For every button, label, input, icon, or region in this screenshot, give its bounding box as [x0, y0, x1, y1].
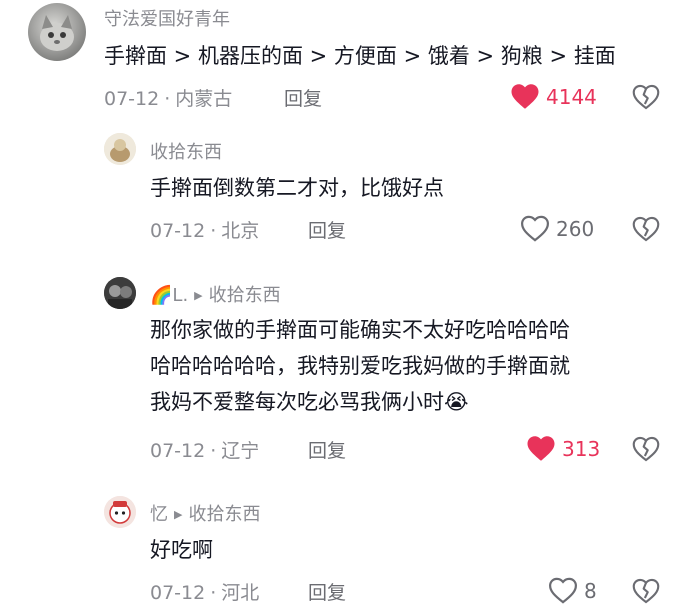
comment-username[interactable]: 🌈L. ▶ 收拾东西	[150, 281, 281, 307]
triangle-right-icon: ▶	[174, 508, 183, 521]
avatar[interactable]	[28, 3, 86, 61]
avatar-image-icon	[104, 496, 136, 528]
comment-location: 北京	[221, 220, 260, 242]
comment-meta: 07-12 · 北京	[150, 220, 260, 242]
avatar[interactable]	[104, 133, 136, 165]
comment-text: 手擀面 > 机器压的面 > 方便面 > 饿着 > 狗粮 > 挂面	[104, 44, 616, 68]
like-button[interactable]: 8	[548, 577, 597, 604]
comment-meta: 07-12 · 河北	[150, 582, 260, 604]
heart-icon	[511, 84, 539, 109]
comment-location: 辽宁	[221, 440, 260, 462]
avatar-image-icon	[104, 277, 136, 309]
like-count: 260	[556, 216, 595, 241]
like-count: 4144	[546, 84, 597, 109]
comment-location: 内蒙古	[175, 88, 233, 110]
comment-text: 那你家做的手擀面可能确实不太好吃哈哈哈哈 哈哈哈哈哈哈，我特别爱吃我妈做的手擀面…	[150, 318, 570, 414]
broken-heart-icon	[632, 84, 660, 110]
dislike-button[interactable]	[632, 436, 660, 466]
heart-icon	[521, 215, 549, 242]
like-count: 313	[562, 436, 601, 461]
reply-to-username[interactable]: 收拾东西	[188, 504, 260, 525]
reply-to-username[interactable]: 收拾东西	[209, 285, 281, 306]
heart-icon	[549, 577, 577, 604]
avatar[interactable]	[104, 496, 136, 528]
dislike-button[interactable]	[632, 216, 660, 246]
like-button[interactable]: 313	[526, 435, 600, 462]
avatar-image-icon	[104, 133, 136, 165]
like-button[interactable]: 4144	[510, 83, 597, 110]
comment-username[interactable]: 守法爱国好青年	[104, 5, 230, 31]
like-button[interactable]: 260	[520, 215, 594, 242]
broken-heart-icon	[632, 436, 660, 462]
broken-heart-icon	[632, 578, 660, 604]
comment-text: 好吃啊	[150, 538, 213, 562]
reply-button[interactable]: 回复	[308, 436, 346, 463]
broken-heart-icon	[632, 216, 660, 242]
comment-meta: 07-12 · 辽宁	[150, 440, 260, 462]
cat-avatar-icon	[40, 15, 74, 51]
triangle-right-icon: ▶	[194, 289, 203, 302]
comment-text: 手擀面倒数第二才对，比饿好点	[150, 176, 444, 200]
comment-date: 07-12	[150, 582, 206, 604]
comment-date: 07-12	[150, 440, 206, 462]
avatar[interactable]	[104, 277, 136, 309]
dislike-button[interactable]	[632, 84, 660, 114]
comment-date: 07-12	[104, 88, 160, 110]
comment-username[interactable]: 收拾东西	[150, 138, 222, 164]
reply-button[interactable]: 回复	[308, 578, 346, 605]
reply-button[interactable]: 回复	[284, 84, 322, 111]
comment-location: 河北	[221, 582, 260, 604]
comment-username[interactable]: 忆 ▶ 收拾东西	[150, 500, 260, 526]
heart-icon	[527, 436, 555, 461]
dislike-button[interactable]	[632, 578, 660, 608]
like-count: 8	[584, 578, 597, 603]
reply-button[interactable]: 回复	[308, 216, 346, 243]
comment-meta: 07-12 · 内蒙古	[104, 88, 233, 110]
comment-date: 07-12	[150, 220, 206, 242]
